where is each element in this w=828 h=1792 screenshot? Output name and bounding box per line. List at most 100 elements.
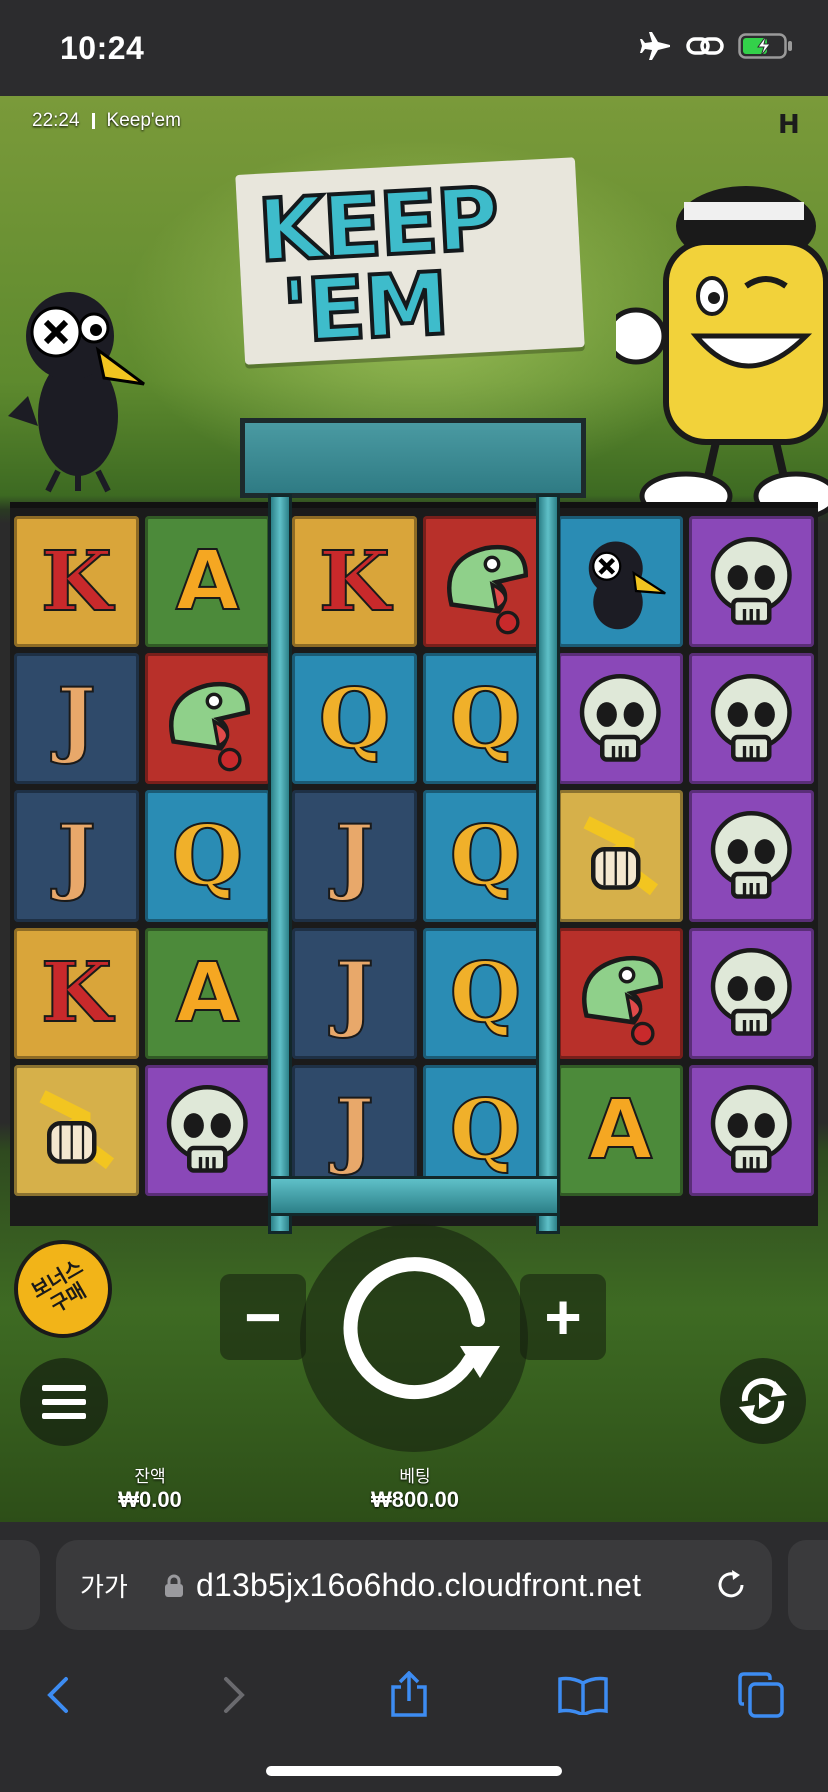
skull-icon: [689, 653, 814, 785]
tabs-button[interactable]: [736, 1670, 786, 1720]
skull-icon: [145, 1064, 270, 1196]
symbol-letter: Q: [449, 807, 522, 905]
skull-icon: [689, 927, 814, 1059]
status-icons: [640, 32, 794, 60]
provider-logo: H: [778, 110, 800, 140]
skull-icon: [689, 1064, 814, 1196]
symbol-letter: J: [334, 1081, 375, 1179]
reel-frame-bottom: [268, 1176, 560, 1216]
snake-icon: [145, 653, 270, 785]
header-separator: [91, 113, 95, 129]
status-bar: 10:24: [0, 0, 828, 96]
skull-icon: [689, 790, 814, 922]
symbol-q: Q: [423, 790, 548, 922]
reel-frame-left-bar: [268, 494, 292, 1234]
symbol-q: Q: [423, 927, 548, 1059]
link-icon: [686, 37, 724, 55]
autoplay-icon: [739, 1378, 787, 1424]
hamburger-icon: [42, 1385, 86, 1419]
browser-toolbar: 가가 d13b5jx16o6hdo.cloudfront.net: [0, 1522, 828, 1792]
bookmarks-button[interactable]: [558, 1670, 608, 1720]
symbol-letter: J: [56, 807, 97, 905]
chevron-left-icon: [47, 1677, 68, 1713]
page-settings-button[interactable]: 가가: [80, 1567, 128, 1604]
bet-display: 베팅 ₩800.00: [355, 1462, 475, 1513]
symbol-letter: J: [334, 807, 375, 905]
address-bar[interactable]: 가가 d13b5jx16o6hdo.cloudfront.net: [56, 1540, 772, 1630]
bet-value: ₩800.00: [370, 1487, 460, 1512]
mascot-character: [616, 186, 828, 521]
previous-tab-preview[interactable]: [0, 1540, 40, 1630]
symbol-letter: K: [40, 944, 113, 1042]
tabs-icon: [738, 1672, 784, 1718]
next-tab-preview[interactable]: [788, 1540, 828, 1630]
reel-frame-right-bar: [536, 494, 560, 1234]
reel-grid: KAJJQKA KQQJQJQJQ A: [10, 502, 818, 1226]
symbol-letter: K: [40, 533, 113, 631]
symbol-letter: Q: [449, 944, 522, 1042]
balance-display: 잔액 ₩0.00: [100, 1462, 200, 1513]
reel-block-right: A: [558, 516, 814, 1196]
game-controls: 보너스 구매 − + 잔액 ₩0.00 베팅 ₩800.00: [0, 1224, 828, 1522]
back-button[interactable]: [32, 1670, 82, 1720]
symbol-q: Q: [292, 653, 417, 785]
decrease-bet-button[interactable]: −: [220, 1274, 306, 1360]
increase-bet-button[interactable]: +: [520, 1274, 606, 1360]
snake-icon: [423, 516, 548, 648]
menu-button[interactable]: [20, 1358, 108, 1446]
skull-icon: [689, 516, 814, 648]
bonus-buy-label: 보너스 구매: [28, 1256, 90, 1318]
game-logo: KEEP 'EM: [234, 137, 586, 384]
symbol-letter: J: [56, 670, 97, 768]
url-text: d13b5jx16o6hdo.cloudfront.net: [196, 1566, 642, 1603]
lock-icon: [165, 1574, 183, 1597]
crow-icon: [558, 516, 683, 648]
reel-block-left: KAJJQKA: [14, 516, 270, 1196]
bonus-buy-button[interactable]: 보너스 구매: [14, 1240, 112, 1338]
game-clock: 22:24: [32, 110, 80, 131]
reel-top-plank: [240, 418, 586, 498]
battery-icon: [738, 33, 792, 59]
share-button[interactable]: [384, 1670, 434, 1720]
reload-icon[interactable]: [714, 1568, 748, 1602]
symbol-a: A: [145, 516, 270, 648]
game-canvas[interactable]: 22:24 Keep'em H KEEP 'EM KAJJQKA KQQ J Q…: [0, 96, 828, 1522]
symbol-j: J: [292, 927, 417, 1059]
symbol-letter: Q: [318, 670, 391, 768]
symbol-letter: Q: [449, 1081, 522, 1179]
balance-value: ₩0.00: [118, 1487, 182, 1512]
share-icon: [391, 1671, 427, 1717]
snake-icon: [558, 927, 683, 1059]
spin-button[interactable]: [330, 1250, 500, 1420]
symbol-j: J: [14, 653, 139, 785]
symbol-k: K: [14, 516, 139, 648]
autoplay-button[interactable]: [720, 1358, 806, 1444]
logo-line-2: 'EM: [278, 252, 452, 364]
symbol-letter: Q: [171, 807, 244, 905]
game-header: 22:24 Keep'em: [32, 110, 181, 132]
crow-character: [8, 292, 145, 493]
fist-lightning-icon: [558, 790, 683, 922]
book-icon: [558, 1676, 608, 1715]
symbol-letter: K: [318, 533, 391, 631]
symbol-letter: J: [334, 944, 375, 1042]
chevron-right-icon: [224, 1677, 245, 1713]
balance-label: 잔액: [134, 1467, 166, 1486]
game-title: Keep'em: [106, 110, 181, 131]
symbol-j: J: [292, 790, 417, 922]
symbol-j: J: [14, 790, 139, 922]
symbol-letter: A: [175, 945, 240, 1042]
status-time: 10:24: [60, 30, 145, 66]
reel-block-middle: KQQJQJQJQ: [292, 516, 548, 1196]
symbol-q: Q: [423, 653, 548, 785]
browser-nav-row: [0, 1652, 828, 1732]
symbol-letter: A: [175, 533, 240, 630]
symbol-q: Q: [145, 790, 270, 922]
symbol-k: K: [14, 927, 139, 1059]
forward-button[interactable]: [210, 1670, 260, 1720]
symbol-a: A: [145, 927, 270, 1059]
bet-label: 베팅: [399, 1467, 431, 1486]
symbol-letter: A: [588, 1082, 653, 1179]
home-indicator: [266, 1766, 562, 1776]
fist-lightning-icon: [14, 1064, 139, 1196]
